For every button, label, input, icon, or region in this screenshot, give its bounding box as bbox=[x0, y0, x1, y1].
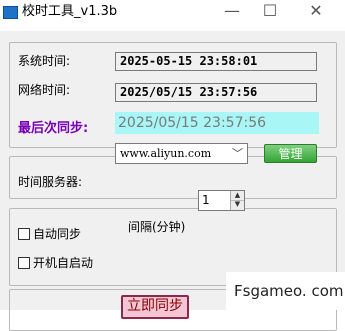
chevron-down-icon: ﹀ bbox=[232, 147, 243, 160]
system-time-field: 2025-05-15 23:58:01 bbox=[115, 52, 317, 71]
interval-label: 间隔(分钟) bbox=[128, 220, 186, 234]
watermark-text: Fsgameo. com bbox=[226, 272, 345, 310]
window-title: 校时工具_v1.3b bbox=[22, 4, 118, 19]
last-sync-label: 最后次同步: bbox=[18, 121, 89, 136]
time-server-value: www.aliyun.com bbox=[120, 147, 212, 160]
time-server-label: 时间服务器: bbox=[18, 175, 83, 189]
autostart-label: 开机自启动 bbox=[33, 256, 94, 270]
title-bar: 校时工具_v1.3b — ☐ ✕ bbox=[0, 0, 345, 31]
spin-down-icon[interactable]: ▼ bbox=[231, 200, 244, 209]
close-button[interactable]: ✕ bbox=[296, 0, 336, 24]
sync-now-button[interactable]: 立即同步 bbox=[121, 295, 189, 319]
time-server-select[interactable]: www.aliyun.com ﹀ bbox=[115, 143, 248, 164]
auto-sync-checkbox[interactable] bbox=[18, 228, 30, 240]
network-time-label: 网络时间: bbox=[18, 83, 71, 97]
auto-sync-label: 自动同步 bbox=[33, 227, 82, 241]
system-time-label: 系统时间: bbox=[18, 54, 71, 68]
last-sync-field: 2025/05/15 23:57:56 bbox=[115, 112, 319, 134]
client-area: 系统时间: 2025-05-15 23:58:01 网络时间: 2025/05/… bbox=[0, 31, 345, 331]
maximize-button[interactable]: ☐ bbox=[250, 0, 290, 24]
interval-stepper[interactable]: 1 ▲ ▼ bbox=[198, 190, 245, 211]
interval-value: 1 bbox=[202, 193, 210, 207]
network-time-field: 2025/05/15 23:57:56 bbox=[115, 83, 317, 102]
minimize-button[interactable]: — bbox=[212, 0, 252, 24]
autostart-checkbox[interactable] bbox=[18, 257, 30, 269]
manage-button[interactable]: 管理 bbox=[264, 144, 317, 163]
app-icon bbox=[3, 6, 18, 19]
spinner-buttons: ▲ ▼ bbox=[230, 191, 244, 210]
